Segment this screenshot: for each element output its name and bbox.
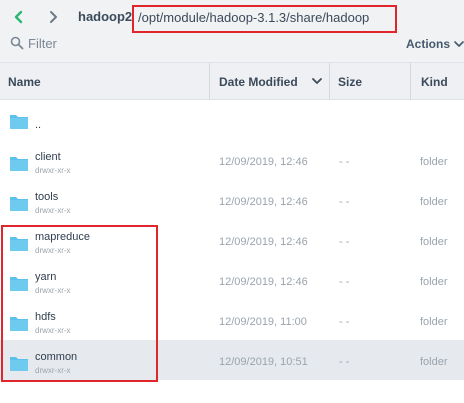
file-size: - - [339, 196, 350, 208]
file-date: 12/09/2019, 12:46 [219, 196, 308, 208]
host-label[interactable]: hadoop2 [78, 9, 132, 24]
file-name: mapreduce [35, 231, 91, 243]
file-permissions: drwxr-xr-x [35, 206, 71, 215]
file-date: 12/09/2019, 12:46 [219, 156, 308, 168]
column-name[interactable]: Name [8, 63, 41, 100]
actions-menu-button[interactable]: Actions [406, 37, 464, 51]
folder-icon [10, 317, 28, 331]
folder-icon [10, 237, 28, 251]
file-name: common [35, 351, 78, 363]
file-row-parent[interactable]: .. [0, 100, 464, 140]
column-header: Name Date Modified Size Kind [0, 62, 464, 100]
folder-icon [10, 197, 28, 211]
file-kind: folder [420, 196, 448, 208]
folder-icon [10, 115, 28, 129]
column-divider[interactable] [329, 63, 330, 100]
chevron-left-icon [14, 10, 23, 24]
path-field[interactable]: /opt/module/hadoop-3.1.3/share/hadoop [138, 10, 369, 25]
filter-field[interactable]: Filter [10, 34, 57, 52]
column-size[interactable]: Size [338, 63, 362, 100]
toolbar: hadoop2 /opt/module/hadoop-3.1.3/share/h… [0, 0, 464, 62]
file-permissions: drwxr-xr-x [35, 326, 71, 335]
filter-placeholder: Filter [28, 35, 57, 51]
file-row-yarn[interactable]: yarn drwxr-xr-x 12/09/2019, 12:46 - - fo… [0, 260, 464, 300]
file-date: 12/09/2019, 11:00 [219, 316, 307, 328]
file-row-tools[interactable]: tools drwxr-xr-x 12/09/2019, 12:46 - - f… [0, 180, 464, 220]
search-icon [10, 36, 24, 50]
actions-label: Actions [405, 37, 450, 51]
column-kind[interactable]: Kind [421, 63, 448, 100]
file-kind: folder [420, 236, 448, 248]
back-button[interactable] [10, 8, 28, 26]
column-date-modified[interactable]: Date Modified [219, 63, 298, 100]
file-kind: folder [420, 356, 448, 368]
file-row-common[interactable]: common drwxr-xr-x 12/09/2019, 10:51 - - … [0, 340, 464, 380]
folder-icon [10, 157, 28, 171]
file-size: - - [339, 276, 350, 288]
folder-icon [10, 277, 28, 291]
file-row-hdfs[interactable]: hdfs drwxr-xr-x 12/09/2019, 11:00 - - fo… [0, 300, 464, 340]
chevron-right-icon [50, 11, 57, 23]
file-size: - - [339, 356, 350, 368]
file-kind: folder [420, 276, 448, 288]
file-permissions: drwxr-xr-x [35, 286, 71, 295]
column-divider[interactable] [209, 63, 210, 100]
file-name: .. [35, 119, 42, 131]
file-name: hdfs [35, 311, 56, 323]
file-size: - - [339, 156, 350, 168]
file-permissions: drwxr-xr-x [35, 366, 71, 375]
chevron-down-icon [454, 41, 464, 47]
folder-icon [10, 357, 28, 371]
file-size: - - [339, 316, 350, 328]
file-permissions: drwxr-xr-x [35, 166, 71, 175]
sort-chevron-down-icon[interactable] [311, 76, 323, 86]
file-size: - - [339, 236, 350, 248]
file-kind: folder [420, 156, 448, 168]
file-date: 12/09/2019, 12:46 [219, 276, 308, 288]
file-row-mapreduce[interactable]: mapreduce drwxr-xr-x 12/09/2019, 12:46 -… [0, 220, 464, 260]
file-date: 12/09/2019, 12:46 [219, 236, 308, 248]
file-row-client[interactable]: client drwxr-xr-x 12/09/2019, 12:46 - - … [0, 140, 464, 180]
file-permissions: drwxr-xr-x [35, 246, 71, 255]
file-name: yarn [35, 271, 57, 283]
column-divider[interactable] [410, 63, 411, 100]
file-kind: folder [420, 316, 448, 328]
file-date: 12/09/2019, 10:51 [219, 356, 308, 368]
file-list: .. client drwxr-xr-x 12/09/2019, 12:46 -… [0, 100, 464, 380]
forward-button[interactable] [44, 8, 62, 26]
file-name: client [35, 151, 61, 163]
file-name: tools [35, 191, 59, 203]
